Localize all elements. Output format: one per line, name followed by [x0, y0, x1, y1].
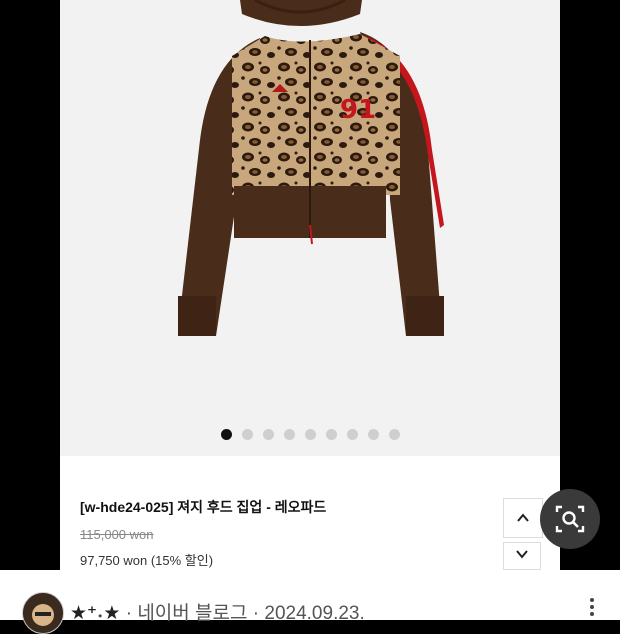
carousel-dot[interactable]: [262, 429, 274, 440]
carousel-dot[interactable]: [388, 429, 400, 440]
source-site[interactable]: 네이버 블로그: [137, 603, 247, 624]
author-avatar[interactable]: [22, 592, 64, 634]
sale-price: 97,750 won (15% 할인): [80, 553, 214, 568]
source-bar[interactable]: ★⁺˖★ · 네이버 블로그 · 2024.09.23.: [0, 570, 620, 634]
carousel-dot[interactable]: [283, 429, 295, 440]
source-meta: ★⁺˖★ · 네이버 블로그 · 2024.09.23.: [70, 598, 365, 625]
carousel-dot[interactable]: [367, 429, 379, 440]
hoodie-illustration: 91: [178, 0, 444, 336]
carousel-indicator: [60, 429, 560, 440]
original-price: 115,000 won: [80, 527, 154, 542]
carousel-dot[interactable]: [325, 429, 337, 440]
separator: ·: [252, 603, 260, 624]
carousel-dot[interactable]: [304, 429, 316, 440]
carousel-dot-active[interactable]: [220, 429, 232, 440]
chevron-down-icon: [516, 550, 528, 559]
carousel-dot[interactable]: [241, 429, 253, 440]
visual-search-button[interactable]: [540, 489, 600, 549]
product-card: 91 [w-hde24-025] 져지 후드 집업 - 레오파드 115,000…: [60, 0, 560, 570]
product-info: [w-hde24-025] 져지 후드 집업 - 레오파드 115,000 wo…: [60, 456, 560, 570]
product-title[interactable]: [w-hde24-025] 져지 후드 집업 - 레오파드: [80, 497, 326, 517]
carousel-dot[interactable]: [346, 429, 358, 440]
author-name[interactable]: ★⁺˖★: [70, 603, 120, 624]
lens-search-icon: [555, 505, 585, 533]
scroll-up-button[interactable]: [503, 498, 543, 538]
screen: 91 [w-hde24-025] 져지 후드 집업 - 레오파드 115,000…: [0, 0, 620, 634]
scroll-down-button[interactable]: [503, 542, 541, 570]
jersey-number: 91: [340, 95, 376, 125]
product-image[interactable]: 91: [60, 0, 560, 456]
separator: ·: [125, 603, 133, 624]
post-date: 2024.09.23.: [264, 603, 365, 624]
chevron-up-icon: [517, 513, 529, 522]
more-vert-icon[interactable]: [586, 598, 598, 622]
